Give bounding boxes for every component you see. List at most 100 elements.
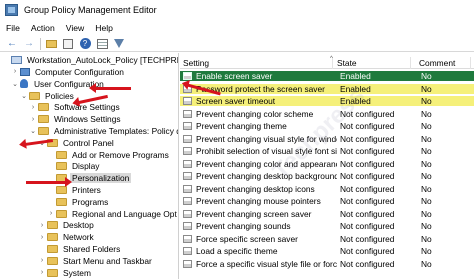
expand-toggle-icon[interactable]: ›: [29, 104, 37, 111]
policy-row[interactable]: Enable screen saver Enabled No: [180, 71, 474, 82]
tree-item-label: System: [63, 267, 91, 278]
tree-item[interactable]: › Regional and Language Opt: [47, 208, 178, 219]
tree-item[interactable]: Display: [47, 161, 101, 171]
tree-item[interactable]: Workstation_AutoLock_Policy [TECHPRESSVR: [2, 55, 178, 65]
setting-name: Load a specific theme: [196, 246, 278, 257]
tree-item[interactable]: › Desktop: [38, 220, 96, 230]
menu-help[interactable]: Help: [95, 23, 113, 33]
tree-item-label: Shared Folders: [63, 243, 121, 254]
tree-item-label: Network: [63, 232, 94, 243]
tree-item[interactable]: › Computer Configuration: [11, 67, 126, 77]
state-cell: Not configured: [340, 158, 395, 169]
folder-icon: [56, 209, 67, 218]
properties-icon[interactable]: [95, 37, 109, 50]
list-header: Setting ^ State Comment: [180, 56, 474, 69]
policy-setting-icon: [183, 197, 192, 206]
column-header-state[interactable]: State: [333, 56, 411, 69]
expand-toggle-icon[interactable]: ⌄: [20, 92, 28, 100]
policy-row[interactable]: Prevent changing color scheme Not configu…: [180, 109, 474, 119]
tree-item[interactable]: Programs: [47, 197, 110, 207]
comment-cell: No: [421, 96, 432, 107]
annotation-arrow-user-configuration: [89, 83, 131, 93]
expand-toggle-icon[interactable]: ›: [38, 269, 46, 276]
setting-cell: Force a specific visual style file or fo…: [180, 259, 337, 269]
expand-toggle-icon[interactable]: ›: [38, 234, 46, 241]
folder-icon: [47, 244, 58, 253]
column-header-comment[interactable]: Comment: [411, 56, 471, 69]
setting-name: Force specific screen saver: [196, 233, 298, 244]
policy-row[interactable]: Prevent changing mouse pointers Not confi…: [180, 196, 474, 206]
tree-item[interactable]: › Start Menu and Taskbar: [38, 256, 154, 266]
policy-setting-icon: [183, 222, 192, 231]
menu-file[interactable]: File: [6, 23, 20, 33]
back-arrow-icon[interactable]: ←: [5, 37, 19, 50]
tree-item[interactable]: Add or Remove Programs: [47, 149, 171, 160]
tree-item[interactable]: › Network: [38, 232, 96, 242]
policy-row[interactable]: Prevent changing theme Not configured No: [180, 121, 474, 131]
policy-row[interactable]: Password protect the screen saver Enabled…: [180, 83, 474, 94]
comment-cell: No: [421, 146, 432, 157]
state-cell: Not configured: [340, 108, 395, 119]
policy-row[interactable]: Prevent changing sounds Not configured No: [180, 221, 474, 231]
policy-setting-icon: [183, 209, 192, 218]
tree-item[interactable]: Shared Folders: [38, 244, 122, 254]
tree-item-label: Programs: [72, 196, 109, 207]
policy-row[interactable]: Prevent changing visual style for window…: [180, 134, 474, 144]
setting-cell: Enable screen saver: [180, 71, 337, 81]
policy-row[interactable]: Force a specific visual style file or fo…: [180, 259, 474, 269]
title-bar: Group Policy Management Editor: [0, 0, 474, 20]
policy-row[interactable]: Prohibit selection of visual style font …: [180, 146, 474, 156]
setting-cell: Prevent changing color and appearance: [180, 159, 337, 169]
policy-row[interactable]: Load a specific theme Not configured No: [180, 246, 474, 256]
menu-view[interactable]: View: [66, 23, 84, 33]
comment-cell: No: [421, 121, 432, 132]
policy-row[interactable]: Screen saver timeout Enabled No: [180, 96, 474, 107]
folder-icon: [47, 233, 58, 242]
filter-icon[interactable]: [112, 37, 126, 50]
tree-item[interactable]: ⌄ Policies: [20, 90, 76, 101]
tree-item[interactable]: › System: [38, 267, 93, 278]
expand-toggle-icon[interactable]: ›: [29, 116, 37, 123]
state-cell: Not configured: [340, 221, 395, 232]
comment-cell: No: [421, 246, 432, 257]
state-cell: Not configured: [340, 233, 395, 244]
folder-up-icon[interactable]: [44, 37, 58, 50]
policy-setting-icon: [183, 109, 192, 118]
policy-row[interactable]: Force specific screen saver Not configure…: [180, 234, 474, 244]
tree-item-label: Computer Configuration: [35, 66, 124, 77]
tree-item-label: Personalization: [70, 173, 132, 184]
tree-item-label: Printers: [72, 184, 101, 195]
setting-cell: Prevent changing visual style for window: [180, 134, 337, 144]
expand-toggle-icon[interactable]: ›: [38, 257, 46, 264]
folder-icon: [56, 185, 67, 194]
state-cell: Not configured: [340, 258, 395, 269]
policy-row[interactable]: Prevent changing color and appearance Not…: [180, 159, 474, 169]
policy-row[interactable]: Prevent changing desktop icons Not config…: [180, 184, 474, 194]
policy-setting-icon: [183, 259, 192, 268]
menu-action[interactable]: Action: [31, 23, 55, 33]
state-cell: Not configured: [340, 246, 395, 257]
column-header-setting[interactable]: Setting: [180, 56, 333, 69]
setting-cell: Load a specific theme: [180, 246, 337, 256]
show-hide-tree-icon[interactable]: [61, 37, 75, 50]
expand-toggle-icon[interactable]: ⌄: [29, 127, 37, 135]
tree-item[interactable]: › Windows Settings: [29, 114, 123, 124]
tree-item[interactable]: Printers: [47, 185, 103, 195]
policy-setting-icon: [183, 234, 192, 243]
comment-cell: No: [421, 208, 432, 219]
setting-name: Prevent changing color scheme: [196, 108, 314, 119]
expand-toggle-icon[interactable]: ›: [38, 222, 46, 229]
policy-row[interactable]: Prevent changing screen saver Not configu…: [180, 209, 474, 219]
expand-toggle-icon[interactable]: ⌄: [11, 80, 19, 88]
expand-toggle-icon[interactable]: ›: [47, 210, 55, 217]
setting-cell: Prevent changing desktop icons: [180, 184, 337, 194]
setting-cell: Force specific screen saver: [180, 234, 337, 244]
tree-item[interactable]: ⌄ Administrative Templates: Policy de: [29, 126, 178, 136]
toolbar-separator: [40, 37, 41, 50]
help-icon[interactable]: ?: [78, 37, 92, 50]
setting-cell: Prevent changing screen saver: [180, 209, 337, 219]
expand-toggle-icon[interactable]: ›: [11, 68, 19, 75]
forward-arrow-icon[interactable]: →: [22, 37, 36, 50]
comment-cell: No: [421, 196, 432, 207]
policy-row[interactable]: Prevent changing desktop background Not c…: [180, 171, 474, 181]
